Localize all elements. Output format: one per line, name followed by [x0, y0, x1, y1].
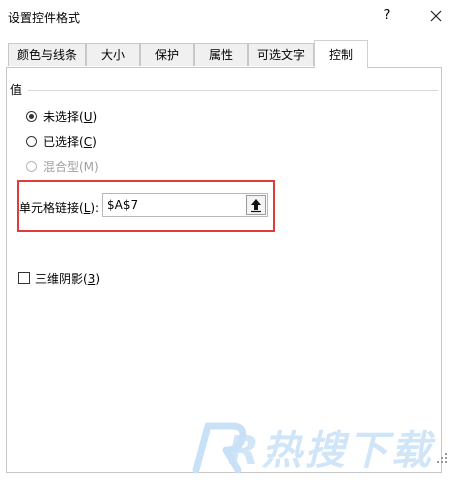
dialog-title: 设置控件格式: [8, 11, 81, 25]
tab-control[interactable]: 控制: [314, 40, 368, 68]
dialog-titlebar: 设置控件格式 ?: [0, 0, 462, 34]
radio-label: 混合型(M): [43, 160, 99, 174]
radio-label: 已选择(C): [43, 135, 97, 149]
cell-link-input[interactable]: $A$7: [102, 193, 268, 217]
radio-button-disabled: [26, 161, 37, 172]
tab-alt-text[interactable]: 可选文字: [248, 43, 314, 66]
tab-label: 大小: [100, 48, 125, 62]
shading-3d-label: 三维阴影(3): [35, 272, 101, 286]
section-divider: [28, 90, 438, 91]
collapse-dialog-button[interactable]: [246, 195, 266, 215]
collapse-dialog-icon: [251, 199, 261, 213]
tab-properties[interactable]: 属性: [194, 43, 248, 66]
radio-button-selected[interactable]: [26, 111, 37, 122]
tab-label: 保护: [154, 48, 179, 62]
tab-label: 控制: [328, 48, 353, 62]
tab-strip: 颜色与线条 大小 保护 属性 可选文字 控制: [0, 40, 462, 68]
tab-label: 可选文字: [256, 48, 305, 62]
radio-button[interactable]: [26, 136, 37, 147]
tab-label: 属性: [208, 48, 233, 62]
close-icon: [430, 10, 442, 22]
tab-size[interactable]: 大小: [86, 43, 140, 66]
cell-link-label: 单元格链接(L):: [19, 201, 100, 215]
value-section-title: 值: [10, 83, 23, 97]
resize-grip-icon[interactable]: [436, 452, 448, 464]
tab-label: 颜色与线条: [16, 48, 77, 62]
tab-protection[interactable]: 保护: [140, 43, 194, 66]
watermark-text: R热搜下载: [228, 428, 434, 474]
radio-label: 未选择(U): [43, 110, 98, 124]
tab-colors-lines[interactable]: 颜色与线条: [8, 43, 86, 66]
cell-link-value: $A$7: [107, 198, 139, 212]
help-button[interactable]: ?: [376, 3, 398, 29]
shading-3d-checkbox[interactable]: [18, 272, 30, 284]
close-button[interactable]: [424, 3, 448, 29]
